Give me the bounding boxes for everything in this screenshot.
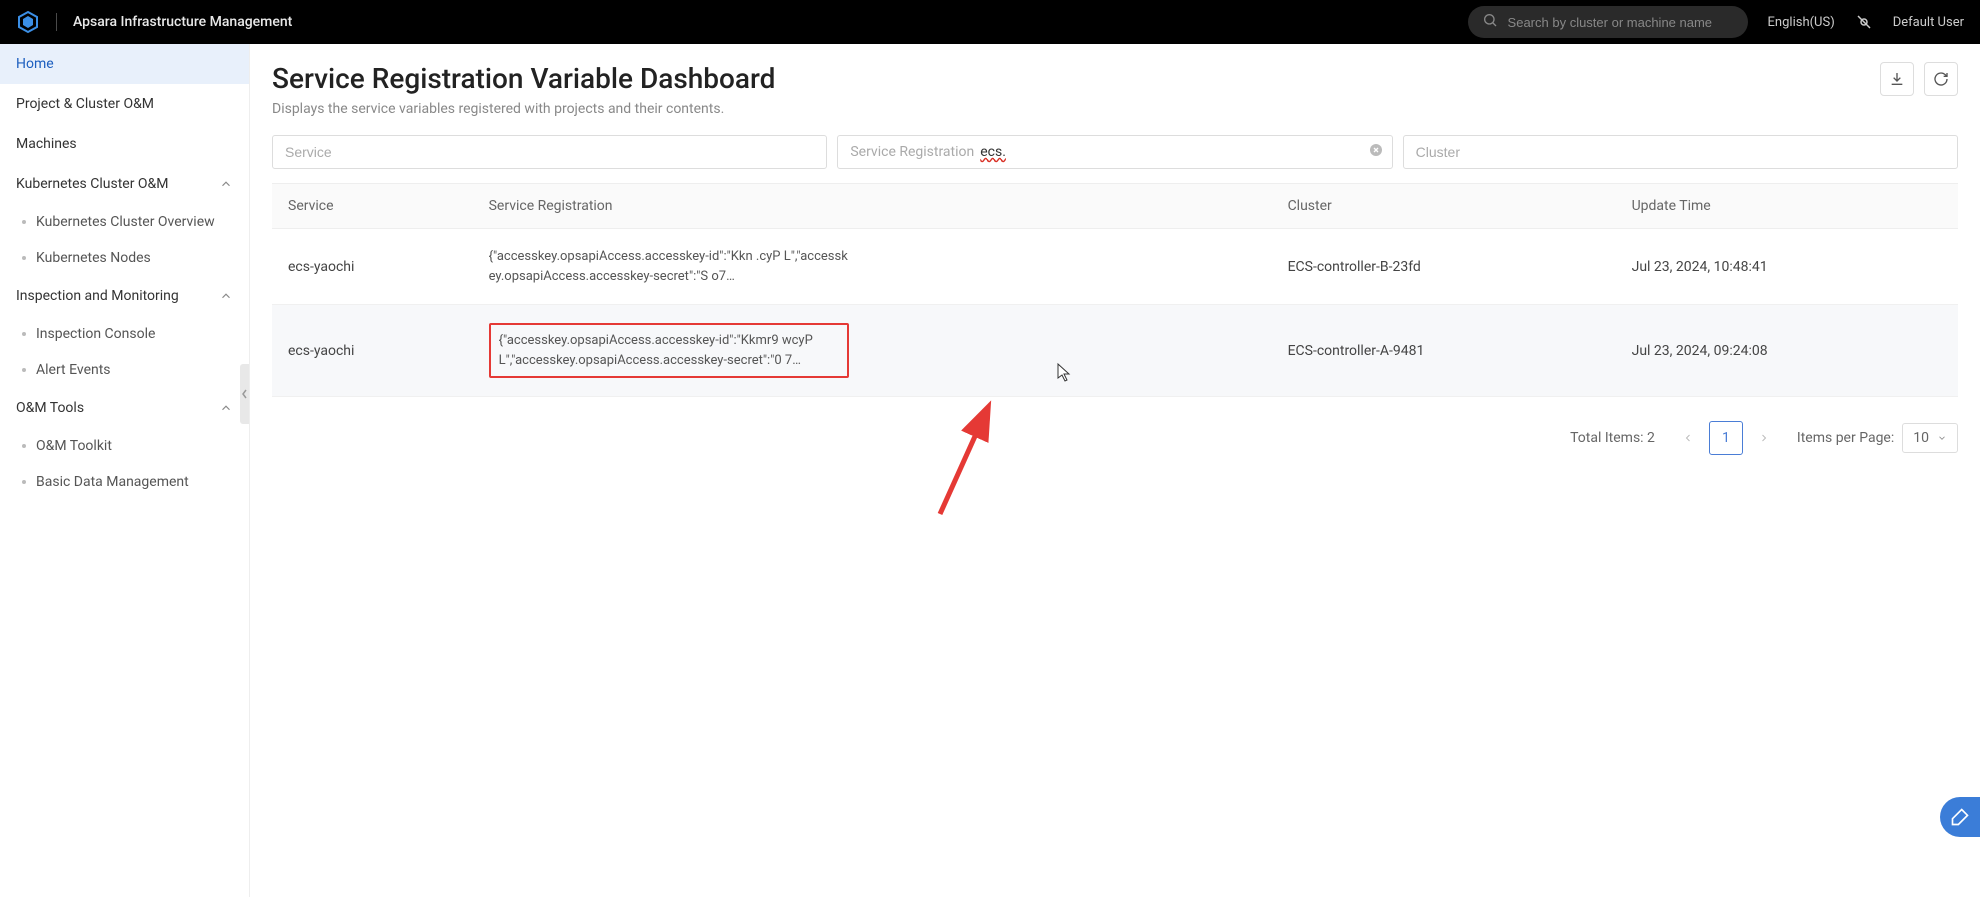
cell-registration[interactable]: {"accesskey.opsapiAccess.accesskey-id":"… bbox=[473, 305, 1272, 397]
app-header: Apsara Infrastructure Management English… bbox=[0, 0, 1980, 44]
page-nav: 1 bbox=[1673, 421, 1779, 455]
global-search-input[interactable] bbox=[1508, 15, 1734, 30]
header-right: English(US) Default User bbox=[1468, 6, 1964, 38]
sidebar-item-label: Alert Events bbox=[36, 362, 111, 378]
sidebar-item-basic-data[interactable]: Basic Data Management bbox=[0, 464, 249, 500]
sidebar-item-label: Basic Data Management bbox=[36, 474, 189, 490]
registration-content: {"accesskey.opsapiAccess.accesskey-id":"… bbox=[489, 323, 849, 378]
sidebar-item-project-cluster[interactable]: Project & Cluster O&M bbox=[0, 84, 249, 124]
bullet-icon bbox=[22, 480, 26, 484]
sidebar-item-label: Inspection Console bbox=[36, 326, 155, 342]
cell-cluster: ECS-controller-B-23fd bbox=[1272, 229, 1616, 305]
filter-cluster-input[interactable] bbox=[1416, 144, 1945, 160]
sidebar-item-label: Machines bbox=[16, 136, 77, 152]
chevron-up-icon bbox=[219, 177, 233, 191]
col-update-time: Update Time bbox=[1616, 184, 1958, 229]
chevron-up-icon bbox=[219, 289, 233, 303]
registration-content: {"accesskey.opsapiAccess.accesskey-id":"… bbox=[489, 247, 849, 286]
bullet-icon bbox=[22, 332, 26, 336]
sidebar-item-alert-events[interactable]: Alert Events bbox=[0, 352, 249, 388]
main-content: Service Registration Variable Dashboard … bbox=[250, 44, 1980, 897]
help-fab-button[interactable] bbox=[1940, 797, 1980, 837]
pagination: Total Items: 2 1 Items per Page: 10 bbox=[272, 421, 1958, 455]
sidebar-item-label: Project & Cluster O&M bbox=[16, 96, 154, 112]
sidebar-item-label: Kubernetes Nodes bbox=[36, 250, 151, 266]
header-left: Apsara Infrastructure Management bbox=[16, 10, 292, 34]
cell-registration[interactable]: {"accesskey.opsapiAccess.accesskey-id":"… bbox=[473, 229, 1272, 305]
sidebar-collapse-handle[interactable] bbox=[240, 364, 250, 424]
total-items-label: Total Items: 2 bbox=[1570, 430, 1655, 446]
sidebar-item-label: Inspection and Monitoring bbox=[16, 288, 179, 304]
theme-toggle-icon[interactable] bbox=[1855, 13, 1873, 31]
filter-row: Service Registration ecs. bbox=[272, 135, 1958, 169]
language-selector[interactable]: English(US) bbox=[1768, 15, 1835, 30]
results-table: Service Service Registration Cluster Upd… bbox=[272, 183, 1958, 397]
bullet-icon bbox=[22, 368, 26, 372]
prev-page-button[interactable] bbox=[1673, 423, 1703, 453]
chevron-up-icon bbox=[219, 401, 233, 415]
sidebar-item-label: O&M Tools bbox=[16, 400, 84, 416]
bullet-icon bbox=[22, 220, 26, 224]
page-number[interactable]: 1 bbox=[1709, 421, 1743, 455]
page-subtitle: Displays the service variables registere… bbox=[272, 101, 775, 117]
app-title: Apsara Infrastructure Management bbox=[73, 14, 292, 30]
per-page-value: 10 bbox=[1913, 430, 1929, 446]
filter-cluster[interactable] bbox=[1403, 135, 1958, 169]
sidebar-item-inspection[interactable]: Inspection and Monitoring bbox=[0, 276, 249, 316]
per-page-select[interactable]: 10 bbox=[1902, 423, 1958, 453]
filter-registration-prefix: Service Registration bbox=[850, 144, 974, 160]
filter-registration-value: ecs. bbox=[980, 144, 1006, 160]
sidebar-item-label: Kubernetes Cluster Overview bbox=[36, 214, 215, 230]
sidebar: Home Project & Cluster O&M Machines Kube… bbox=[0, 44, 250, 897]
clear-icon[interactable] bbox=[1368, 142, 1384, 162]
items-per-page: Items per Page: 10 bbox=[1797, 423, 1958, 453]
cell-service: ecs-yaochi bbox=[272, 305, 473, 397]
filter-service[interactable] bbox=[272, 135, 827, 169]
table-row[interactable]: ecs-yaochi {"accesskey.opsapiAccess.acce… bbox=[272, 229, 1958, 305]
header-divider bbox=[56, 13, 57, 31]
next-page-button[interactable] bbox=[1749, 423, 1779, 453]
sidebar-item-label: Home bbox=[16, 56, 54, 72]
sidebar-item-om-toolkit[interactable]: O&M Toolkit bbox=[0, 428, 249, 464]
search-icon bbox=[1482, 12, 1498, 32]
page-actions bbox=[1880, 62, 1958, 96]
per-page-label: Items per Page: bbox=[1797, 430, 1894, 446]
sidebar-item-kubernetes-overview[interactable]: Kubernetes Cluster Overview bbox=[0, 204, 249, 240]
user-menu[interactable]: Default User bbox=[1893, 15, 1964, 30]
bullet-icon bbox=[22, 444, 26, 448]
cell-update-time: Jul 23, 2024, 09:24:08 bbox=[1616, 305, 1958, 397]
cell-cluster: ECS-controller-A-9481 bbox=[1272, 305, 1616, 397]
col-cluster: Cluster bbox=[1272, 184, 1616, 229]
filter-service-input[interactable] bbox=[285, 144, 814, 160]
cell-update-time: Jul 23, 2024, 10:48:41 bbox=[1616, 229, 1958, 305]
cell-service: ecs-yaochi bbox=[272, 229, 473, 305]
download-button[interactable] bbox=[1880, 62, 1914, 96]
sidebar-item-label: Kubernetes Cluster O&M bbox=[16, 176, 168, 192]
app-logo-icon bbox=[16, 10, 40, 34]
col-service: Service bbox=[272, 184, 473, 229]
annotation-arrow-icon bbox=[930, 399, 1000, 523]
col-registration: Service Registration bbox=[473, 184, 1272, 229]
sidebar-item-om-tools[interactable]: O&M Tools bbox=[0, 388, 249, 428]
sidebar-item-label: O&M Toolkit bbox=[36, 438, 112, 454]
sidebar-item-kubernetes-nodes[interactable]: Kubernetes Nodes bbox=[0, 240, 249, 276]
sidebar-item-home[interactable]: Home bbox=[0, 44, 249, 84]
page-header: Service Registration Variable Dashboard … bbox=[272, 62, 1958, 117]
chevron-down-icon bbox=[1937, 433, 1947, 443]
bullet-icon bbox=[22, 256, 26, 260]
table-row[interactable]: ecs-yaochi {"accesskey.opsapiAccess.acce… bbox=[272, 305, 1958, 397]
filter-registration[interactable]: Service Registration ecs. bbox=[837, 135, 1392, 169]
refresh-button[interactable] bbox=[1924, 62, 1958, 96]
sidebar-item-kubernetes[interactable]: Kubernetes Cluster O&M bbox=[0, 164, 249, 204]
global-search[interactable] bbox=[1468, 6, 1748, 38]
table-header-row: Service Service Registration Cluster Upd… bbox=[272, 184, 1958, 229]
sidebar-item-inspection-console[interactable]: Inspection Console bbox=[0, 316, 249, 352]
page-title: Service Registration Variable Dashboard bbox=[272, 62, 775, 95]
sidebar-item-machines[interactable]: Machines bbox=[0, 124, 249, 164]
